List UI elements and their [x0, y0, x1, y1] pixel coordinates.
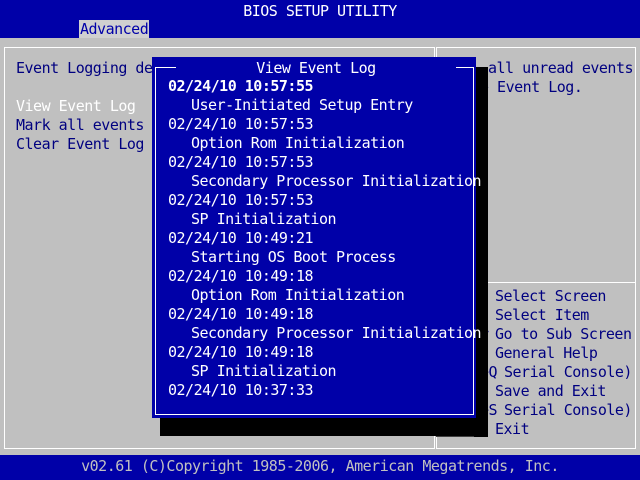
dialog-title: View Event Log: [256, 59, 376, 77]
bios-title: BIOS SETUP UTILITY: [243, 2, 397, 20]
log-entry-event: Starting OS Boot Process: [191, 248, 396, 266]
log-entry-time[interactable]: 02/24/10 10:37:33: [168, 381, 468, 400]
log-entry-event: User-Initiated Setup Entry: [191, 96, 413, 114]
log-entry-time[interactable]: 02/24/10 10:57:55: [168, 77, 468, 96]
legend-serial-console-s: Serial Console): [504, 401, 632, 419]
legend-serial-console-q: Serial Console): [504, 363, 632, 381]
menu-item-clear-event-log[interactable]: Clear Event Log: [16, 135, 144, 154]
tab-advanced[interactable]: Advanced: [79, 20, 150, 39]
log-entry-time[interactable]: 02/24/10 10:49:18: [168, 267, 468, 286]
copyright-text: v02.61 (C)Copyright 1985-2006, American …: [81, 457, 559, 475]
log-entry-event: Secondary Processor Initialization: [191, 172, 482, 190]
log-entry-time[interactable]: 02/24/10 10:57:53: [168, 115, 468, 134]
legend-exit: Exit: [495, 420, 530, 438]
log-entry-event: Secondary Processor Initialization: [191, 324, 482, 342]
log-entry-time[interactable]: 02/24/10 10:49:18: [168, 343, 468, 362]
legend-select-item: Select Item: [495, 306, 589, 324]
log-entry-event: SP Initialization: [191, 210, 337, 228]
menu-item-view-event-log[interactable]: View Event Log: [16, 97, 136, 116]
menu-item-mark-all-events[interactable]: Mark all events a: [16, 116, 162, 135]
help-text-line1: all unread events: [488, 59, 634, 77]
log-entry-time[interactable]: 02/24/10 10:57:53: [168, 153, 468, 172]
log-entry-event: Option Rom Initialization: [191, 134, 405, 152]
section-heading: Event Logging det: [16, 59, 162, 77]
log-entry-event: SP Initialization: [191, 362, 337, 380]
legend-go-to-sub-screen: Go to Sub Screen: [495, 325, 632, 343]
legend-select-screen: Select Screen: [495, 287, 606, 305]
help-text-line2: e Event Log.: [480, 78, 583, 96]
log-entry-time[interactable]: 02/24/10 10:57:53: [168, 191, 468, 210]
legend-save-and-exit: Save and Exit: [495, 382, 606, 400]
dialog-frame-top-left: [155, 67, 176, 68]
log-entry-time[interactable]: 02/24/10 10:49:21: [168, 229, 468, 248]
log-entry-time[interactable]: 02/24/10 10:49:18: [168, 305, 468, 324]
dialog-frame-top-right: [456, 67, 474, 68]
event-log-list[interactable]: 02/24/10 10:57:55 User-Initiated Setup E…: [168, 77, 482, 400]
dialog-shadow-bottom: [160, 417, 476, 436]
legend-general-help: General Help: [495, 344, 598, 362]
log-entry-event: Option Rom Initialization: [191, 286, 405, 304]
dialog-shadow-right: [474, 67, 488, 437]
